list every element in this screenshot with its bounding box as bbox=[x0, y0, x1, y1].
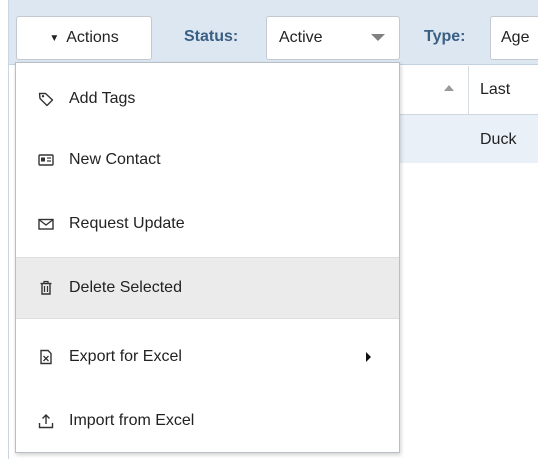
menu-item-label: Import from Excel bbox=[69, 412, 195, 429]
menu-item-delete-selected[interactable]: Delete Selected bbox=[16, 258, 399, 318]
menu-item-new-contact[interactable]: New Contact bbox=[16, 130, 399, 190]
dropdown-arrow-icon bbox=[371, 34, 385, 41]
type-label: Type: bbox=[424, 28, 466, 45]
column-header-last[interactable]: Last bbox=[480, 81, 510, 99]
type-select[interactable]: Age bbox=[490, 16, 538, 60]
submenu-arrow-icon bbox=[366, 352, 371, 362]
actions-dropdown-menu: Add Tags New Contact Request Update Dele… bbox=[15, 62, 400, 453]
contact-card-icon bbox=[38, 152, 54, 168]
menu-item-add-tags[interactable]: Add Tags bbox=[16, 69, 399, 129]
tag-icon bbox=[38, 91, 54, 107]
menu-separator bbox=[16, 318, 399, 319]
status-label: Status: bbox=[184, 28, 239, 45]
menu-item-label: New Contact bbox=[69, 151, 161, 168]
actions-button[interactable]: ▼ Actions bbox=[16, 16, 152, 60]
upload-icon bbox=[38, 413, 54, 429]
cell-last-name[interactable]: Duck bbox=[480, 131, 516, 149]
menu-item-export-for-excel[interactable]: Export for Excel bbox=[16, 327, 399, 387]
type-select-value: Age bbox=[501, 29, 530, 46]
excel-export-icon bbox=[38, 349, 54, 365]
menu-item-request-update[interactable]: Request Update bbox=[16, 194, 399, 254]
menu-item-label: Delete Selected bbox=[69, 279, 182, 296]
sort-ascending-icon[interactable] bbox=[444, 85, 454, 91]
status-select[interactable]: Active bbox=[266, 16, 400, 60]
trash-icon bbox=[38, 280, 54, 296]
frame-border bbox=[8, 0, 9, 459]
status-select-value: Active bbox=[279, 29, 323, 46]
column-divider[interactable] bbox=[468, 66, 469, 114]
menu-item-import-from-excel[interactable]: Import from Excel bbox=[16, 391, 399, 451]
envelope-icon bbox=[38, 216, 54, 232]
grid-header bbox=[390, 66, 538, 115]
menu-item-label: Export for Excel bbox=[69, 348, 182, 365]
menu-item-label: Add Tags bbox=[69, 90, 136, 107]
caret-down-icon: ▼ bbox=[49, 32, 60, 44]
menu-item-label: Request Update bbox=[69, 215, 185, 232]
actions-button-label: Actions bbox=[66, 29, 119, 46]
